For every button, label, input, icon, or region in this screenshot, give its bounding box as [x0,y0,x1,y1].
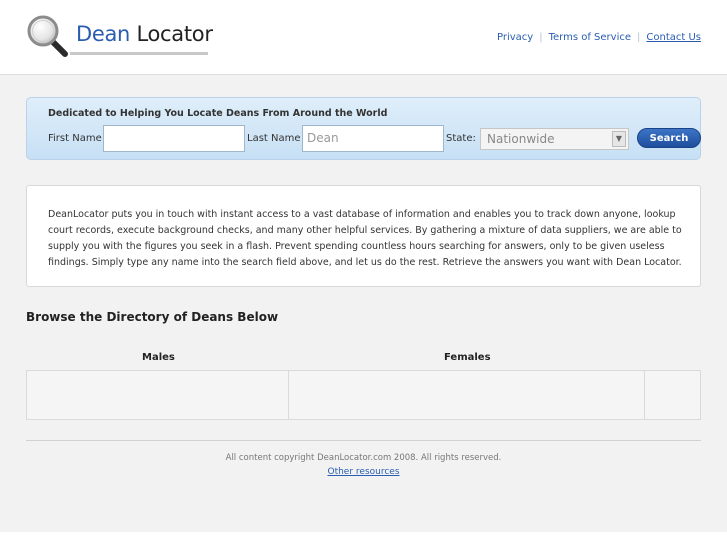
logo-word-dean: Dean [76,22,131,46]
directory-cell-females [289,371,645,419]
top-nav: Privacy | Terms of Service | Contact Us [491,32,701,43]
other-resources-link[interactable]: Other resources [327,467,399,477]
search-button[interactable]: Search [637,128,701,148]
first-name-label: First Name [48,133,102,144]
intro-box: DeanLocator puts you in touch with insta… [26,185,701,287]
copyright-text: All content copyright DeanLocator.com 20… [225,453,502,463]
last-name-label: Last Name [247,133,301,144]
logo-word-locator: Locator [136,22,213,46]
footer-links: Other resources [0,467,727,477]
first-name-input[interactable] [103,125,245,152]
state-select[interactable]: Nationwide ▼ [480,128,629,150]
magnifier-icon [27,15,68,57]
terms-link[interactable]: Terms of Service [543,32,637,43]
intro-text: DeanLocator puts you in touch with insta… [48,209,682,268]
directory-table [26,370,701,420]
chevron-down-icon[interactable]: ▼ [612,131,626,147]
site-logo[interactable]: Dean Locator [26,12,213,58]
search-panel: Dedicated to Helping You Locate Deans Fr… [26,97,701,160]
logo-underline [70,52,208,55]
footer-divider [26,440,701,441]
column-header-males: Males [142,352,175,363]
directory-cell-males [27,371,289,419]
privacy-link[interactable]: Privacy [491,32,539,43]
search-panel-title: Dedicated to Helping You Locate Deans Fr… [48,108,388,119]
state-selected-value: Nationwide [487,132,555,146]
directory-title: Browse the Directory of Deans Below [26,310,279,324]
column-header-females: Females [444,352,491,363]
logo-text: Dean Locator [76,22,213,46]
state-label: State: [446,133,476,144]
footer-band [0,532,727,545]
last-name-input[interactable]: Dean [302,125,444,152]
site-header: Dean Locator Privacy | Terms of Service | Co… [0,0,727,75]
contact-link[interactable]: Contact Us [640,32,701,43]
